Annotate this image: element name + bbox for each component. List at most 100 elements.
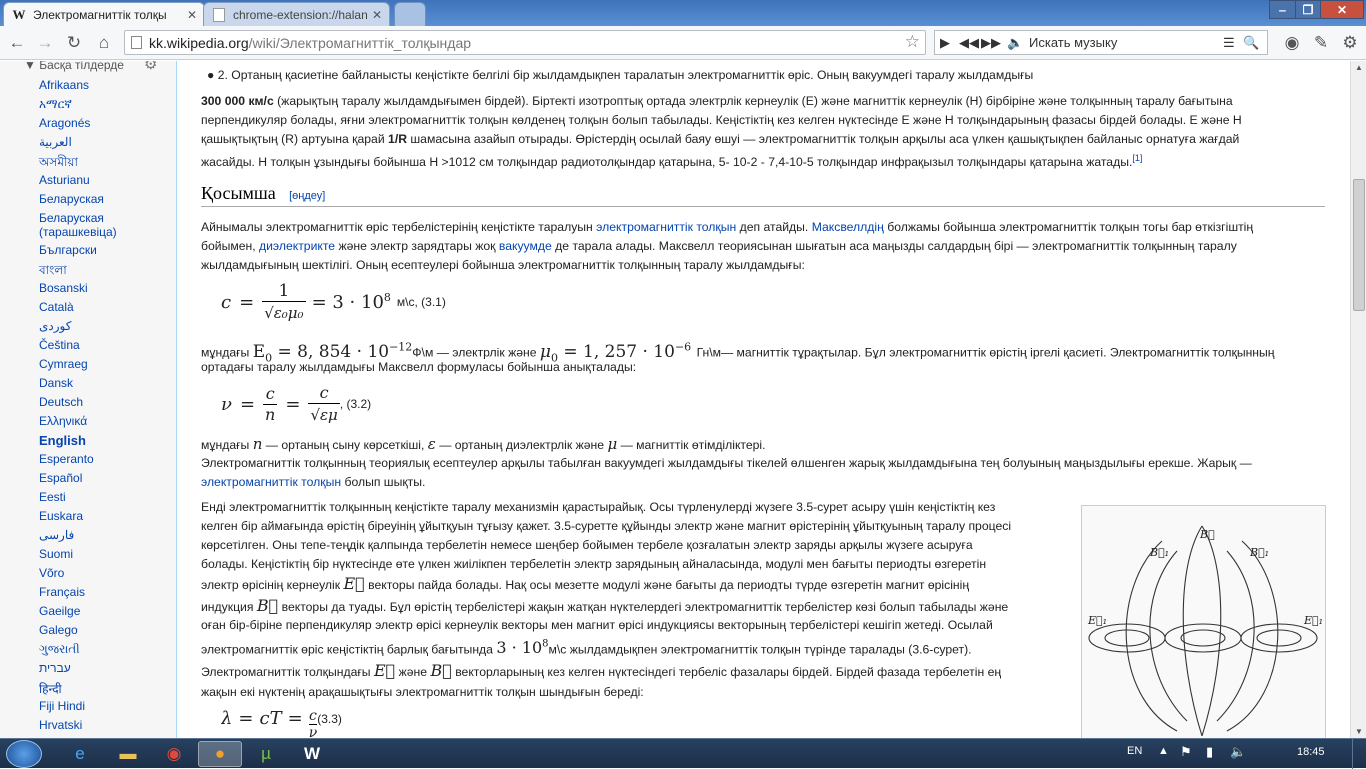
language-link[interactable]: Esperanto — [39, 452, 94, 466]
folder-icon[interactable]: ▬ — [106, 741, 150, 767]
em-wave-link[interactable]: электромагниттік толқын — [201, 475, 341, 489]
address-bar[interactable]: kk.wikipedia.org/wiki/Электромагниттік_т… — [124, 30, 926, 55]
edit-section-link[interactable]: [өңдеу] — [289, 190, 325, 202]
equation-3-2: ν = cn = c √εμ , (3.2) — [221, 382, 372, 424]
flag-icon[interactable]: ⚑ — [1180, 744, 1192, 760]
language-link[interactable]: বাংলা — [39, 262, 67, 282]
close-icon[interactable]: ✕ — [372, 8, 382, 22]
language-link[interactable]: Беларуская (тарашкевіца) — [39, 211, 159, 239]
scroll-down-icon[interactable]: ▼ — [1355, 727, 1363, 736]
language-sidebar: ▼ Басқа тілдерде ⚙ Afrikaans አማርኛ Aragonés… — [0, 61, 176, 738]
language-link[interactable]: Asturianu — [39, 173, 90, 187]
chevron-up-icon[interactable]: ▲ — [1158, 745, 1169, 757]
tab-chrome-extension[interactable]: chrome-extension://halan ✕ — [203, 2, 390, 26]
language-link[interactable]: Български — [39, 243, 97, 257]
language-link[interactable]: עברית — [39, 661, 71, 675]
language-link[interactable]: አማርኛ — [39, 97, 72, 112]
paragraph: Айнымалы электромагниттік өріс тербеліст… — [201, 220, 1254, 234]
word-icon[interactable]: W — [290, 741, 334, 767]
scroll-up-icon[interactable]: ▲ — [1355, 63, 1363, 72]
music-search-input[interactable]: Искать музыку — [1029, 35, 1117, 50]
battery-icon[interactable]: ▮ — [1206, 744, 1213, 760]
language-link[interactable]: Cymraeg — [39, 357, 88, 371]
tab-strip: W Электромагниттік толқы ✕ chrome-extens… — [0, 0, 1366, 26]
language-link[interactable]: Français — [39, 585, 85, 599]
paragraph: оған бір-біріне перпендикуляр электр өрі… — [201, 618, 993, 632]
language-link[interactable]: Võro — [39, 566, 64, 580]
language-link[interactable]: Español — [39, 471, 82, 485]
home-icon[interactable]: ⌂ — [93, 32, 115, 54]
language-link[interactable]: ગુજરાતી — [39, 642, 80, 657]
minimize-button[interactable]: ‒ — [1269, 0, 1296, 19]
volume-icon[interactable]: 🔈 — [1230, 744, 1246, 760]
forward-arrow-icon[interactable]: → — [34, 32, 56, 54]
language-link[interactable]: Čeština — [39, 338, 80, 352]
language-link[interactable]: Català — [39, 300, 74, 314]
svg-text:B⃗₁: B⃗₁ — [1149, 546, 1169, 559]
clock[interactable]: 18:45 — [1297, 746, 1325, 758]
bullet-item: ● 2. Ортаның қасиетіне байланысты кеңіст… — [207, 68, 1034, 82]
language-link[interactable]: Deutsch — [39, 395, 83, 409]
language-link[interactable]: Galego — [39, 623, 78, 637]
paragraph: 300 000 км/с (жарықтың таралу жылдамдығы… — [201, 94, 1233, 108]
url-text: kk.wikipedia.org/wiki/Электромагниттік_т… — [149, 35, 472, 51]
language-link[interactable]: Suomi — [39, 547, 73, 561]
reference-link[interactable]: [1] — [1132, 153, 1142, 163]
language-link[interactable]: हिन्दी — [39, 680, 62, 697]
language-link[interactable]: Aragonés — [39, 116, 90, 130]
paragraph: жылдамдығының шектілігі. Оның есептеулер… — [201, 258, 805, 272]
close-icon[interactable]: ✕ — [187, 8, 197, 22]
language-link[interactable]: অসমীয়া — [39, 154, 78, 174]
language-indicator[interactable]: EN — [1127, 745, 1142, 757]
vacuum-link[interactable]: вакуумде — [499, 239, 552, 253]
gear-icon[interactable]: ⚙ — [144, 61, 157, 73]
search-icon[interactable]: 🔍 — [1243, 35, 1259, 51]
language-link[interactable]: Afrikaans — [39, 78, 89, 92]
new-tab-button[interactable] — [394, 2, 426, 26]
language-link[interactable]: Беларуская — [39, 192, 104, 206]
language-link[interactable]: Fiji Hindi — [39, 699, 85, 713]
back-arrow-icon[interactable]: ← — [6, 32, 28, 54]
chrome-icon[interactable]: ◉ — [152, 741, 196, 767]
app-icon[interactable]: ● — [198, 741, 242, 767]
language-link[interactable]: Eesti — [39, 490, 66, 504]
next-icon[interactable]: ▶▶ — [981, 35, 1001, 51]
close-window-button[interactable]: ✕ — [1320, 0, 1364, 19]
language-link[interactable]: کوردی — [39, 319, 71, 333]
show-desktop-button[interactable] — [1352, 739, 1366, 769]
star-icon[interactable]: ☆ — [905, 32, 920, 52]
em-wave-link[interactable]: электромагниттік толқын — [596, 220, 736, 234]
language-link[interactable]: Ελληνικά — [39, 414, 87, 428]
language-link[interactable]: Dansk — [39, 376, 73, 390]
windows-taskbar: e ▬ ◉ ● µ W EN ▲ ⚑ ▮ 🔈 18:45 — [0, 738, 1366, 769]
language-link[interactable]: Hrvatski — [39, 718, 82, 732]
vertical-scrollbar[interactable]: ▲ ▼ — [1350, 61, 1366, 738]
language-link[interactable]: العربية — [39, 135, 72, 149]
paragraph: электромагниттік өріс кеңістіктің барлық… — [201, 638, 972, 658]
internet-explorer-icon[interactable]: e — [58, 741, 102, 767]
tab-wikipedia[interactable]: W Электромагниттік толқы ✕ — [3, 2, 205, 26]
extension-icon[interactable]: ◉ — [1281, 32, 1303, 54]
maximize-button[interactable]: ❐ — [1295, 0, 1321, 19]
wrench-icon[interactable]: ⚙ — [1339, 32, 1361, 54]
tab-title: Электромагниттік толқы — [33, 7, 167, 22]
play-icon[interactable]: ▶ — [940, 35, 950, 51]
previous-icon[interactable]: ◀◀ — [959, 35, 979, 51]
svg-text:E⃗₁: E⃗₁ — [1087, 614, 1107, 627]
reload-icon[interactable]: ↻ — [63, 32, 85, 54]
utorrent-icon[interactable]: µ — [244, 741, 288, 767]
maxwell-link[interactable]: Максвеллдің — [812, 220, 884, 234]
dielectric-link[interactable]: диэлектрикте — [259, 239, 335, 253]
language-link[interactable]: Euskara — [39, 509, 83, 523]
scrollbar-thumb[interactable] — [1353, 179, 1365, 311]
volume-icon[interactable]: 🔈 — [1007, 35, 1023, 51]
extension-icon[interactable]: ✎ — [1310, 32, 1332, 54]
language-link[interactable]: Bosanski — [39, 281, 88, 295]
language-link[interactable]: English — [39, 433, 86, 448]
menu-icon[interactable]: ☰ — [1223, 35, 1235, 51]
language-link[interactable]: Gaeilge — [39, 604, 80, 618]
wikipedia-favicon: W — [12, 6, 26, 22]
page-icon — [131, 36, 142, 49]
start-button[interactable] — [6, 740, 42, 768]
language-link[interactable]: فارسی — [39, 528, 74, 542]
